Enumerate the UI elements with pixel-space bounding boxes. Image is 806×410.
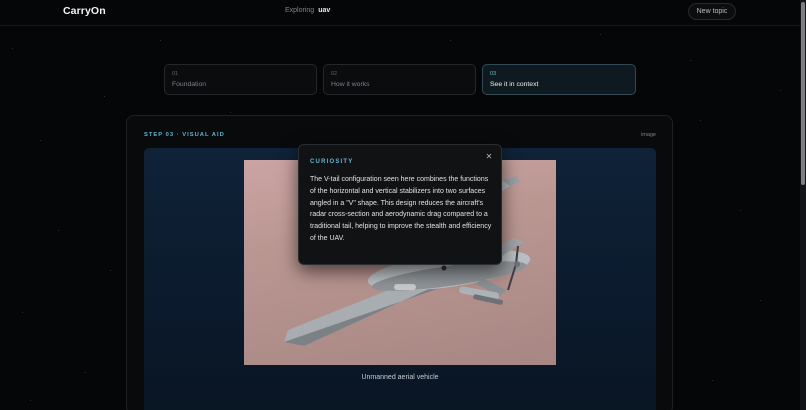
exploring-topic: Exploring uav [285, 7, 330, 14]
step-label: Foundation [172, 81, 207, 88]
step-number: 01 [172, 71, 179, 77]
step-number: 02 [331, 71, 338, 77]
step-tab-how-it-works[interactable]: 02 How it works [323, 64, 476, 95]
exploring-label: Exploring [285, 7, 315, 14]
step-label: See it in context [490, 81, 539, 88]
scrollbar-thumb[interactable] [801, 2, 805, 185]
top-bar: CarryOn Exploring uav New topic [0, 0, 800, 26]
media-type-tag: image [641, 132, 656, 138]
topic-name: uav [318, 7, 331, 14]
step-tab-see-it-in-context[interactable]: 03 See it in context [482, 64, 636, 95]
app-logo[interactable]: CarryOn [63, 5, 106, 17]
close-icon[interactable]: ✕ [484, 152, 494, 162]
card-title: STEP 03 · VISUAL AID [144, 132, 225, 138]
popover-title: CURIOSITY [310, 159, 354, 165]
popover-body: The V-tail configuration seen here combi… [310, 176, 492, 242]
step-tab-foundation[interactable]: 01 Foundation [164, 64, 317, 95]
step-label: How it works [331, 81, 370, 88]
curiosity-popover: CURIOSITY ✕ The V-tail configuration see… [298, 144, 502, 265]
image-caption: Unmanned aerial vehicle [361, 374, 439, 381]
step-number: 03 [490, 71, 497, 77]
new-topic-button[interactable]: New topic [688, 3, 736, 20]
